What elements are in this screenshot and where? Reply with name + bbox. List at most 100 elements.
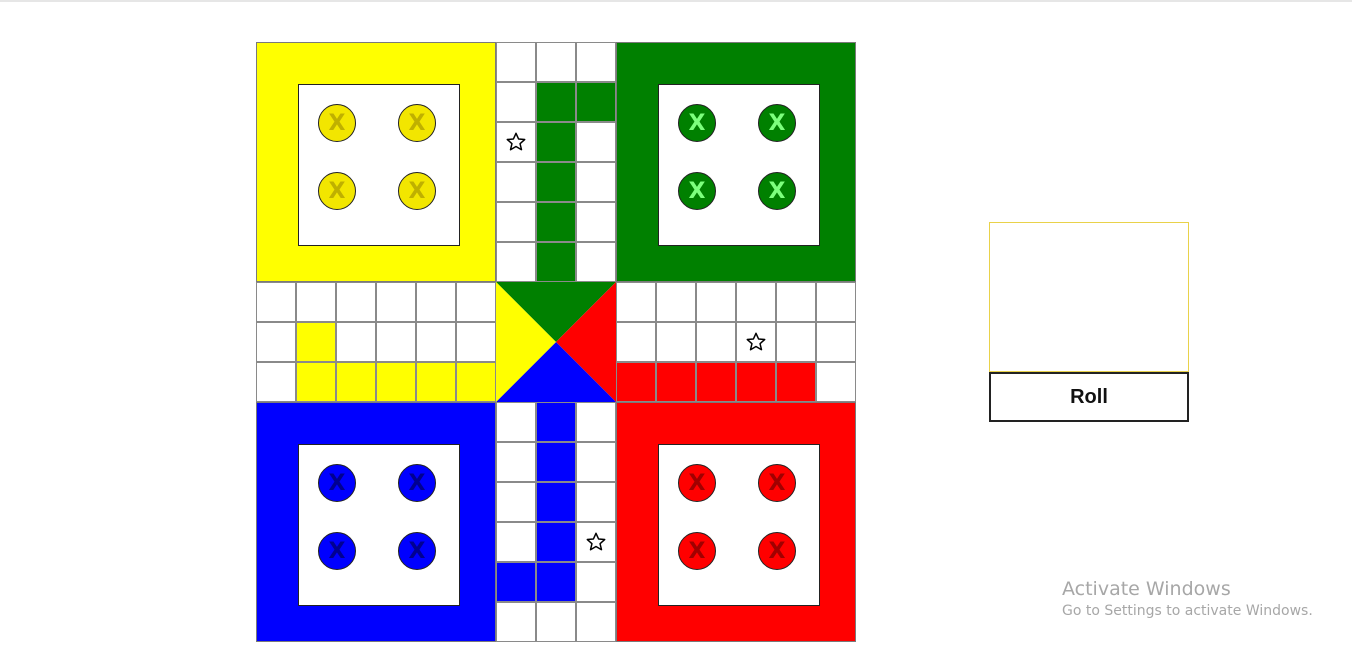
safe-track-cell [496, 122, 536, 162]
green-home-area [658, 84, 820, 246]
yellow-track-cell [296, 322, 336, 362]
yellow-track-cell [416, 362, 456, 402]
red-track-cell [656, 362, 696, 402]
green-track-cell [576, 82, 616, 122]
activate-windows-subtitle: Go to Settings to activate Windows. [1062, 603, 1313, 619]
track-cell [376, 282, 416, 322]
red-home-area [658, 444, 820, 606]
star-outline-icon [737, 323, 775, 361]
blue-token[interactable]: X [318, 532, 356, 570]
track-cell [536, 42, 576, 82]
track-cell [496, 42, 536, 82]
track-cell [256, 322, 296, 362]
track-cell [816, 322, 856, 362]
yellow-track-cell [336, 362, 376, 402]
green-track-cell [536, 202, 576, 242]
green-token[interactable]: X [678, 104, 716, 142]
track-cell [576, 122, 616, 162]
track-cell [696, 282, 736, 322]
track-cell [656, 282, 696, 322]
blue-token[interactable]: X [318, 464, 356, 502]
blue-track-cell [536, 522, 576, 562]
blue-track-cell [496, 562, 536, 602]
star-outline-icon [497, 123, 535, 161]
track-cell [496, 402, 536, 442]
yellow-token[interactable]: X [398, 172, 436, 210]
track-cell [776, 322, 816, 362]
safe-track-cell [576, 522, 616, 562]
red-track-cell [616, 362, 656, 402]
track-cell [496, 602, 536, 642]
track-cell [776, 282, 816, 322]
track-cell [576, 202, 616, 242]
track-cell [256, 362, 296, 402]
red-token[interactable]: X [758, 532, 796, 570]
track-cell [576, 402, 616, 442]
red-track-cell [736, 362, 776, 402]
track-cell [536, 602, 576, 642]
red-token[interactable]: X [758, 464, 796, 502]
green-token[interactable]: X [678, 172, 716, 210]
blue-track-cell [536, 562, 576, 602]
yellow-track-cell [456, 362, 496, 402]
green-track-cell [536, 162, 576, 202]
green-token[interactable]: X [758, 104, 796, 142]
track-cell [576, 562, 616, 602]
red-token[interactable]: X [678, 532, 716, 570]
track-cell [376, 322, 416, 362]
track-cell [416, 282, 456, 322]
green-token[interactable]: X [758, 172, 796, 210]
blue-token[interactable]: X [398, 532, 436, 570]
track-cell [576, 42, 616, 82]
track-cell [576, 482, 616, 522]
track-cell [736, 282, 776, 322]
blue-track-cell [536, 402, 576, 442]
yellow-token[interactable]: X [398, 104, 436, 142]
yellow-token[interactable]: X [318, 104, 356, 142]
track-cell [256, 282, 296, 322]
roll-button[interactable]: Roll [989, 372, 1189, 422]
ludo-board: XXXXXXXXXXXXXXXX [256, 42, 856, 642]
red-token[interactable]: X [678, 464, 716, 502]
yellow-track-cell [376, 362, 416, 402]
green-base: XXXX [616, 42, 856, 282]
blue-token[interactable]: X [398, 464, 436, 502]
star-outline-icon [577, 523, 615, 561]
activate-windows-title: Activate Windows [1062, 578, 1231, 600]
track-cell [496, 522, 536, 562]
track-cell [336, 322, 376, 362]
red-track-cell [696, 362, 736, 402]
yellow-home-area [298, 84, 460, 246]
track-cell [296, 282, 336, 322]
track-cell [496, 162, 536, 202]
track-cell [816, 362, 856, 402]
track-cell [656, 322, 696, 362]
center-home-triangles [496, 282, 616, 402]
dice-display [989, 222, 1189, 372]
track-cell [576, 162, 616, 202]
top-divider [0, 0, 1352, 2]
blue-home-area [298, 444, 460, 606]
track-cell [576, 442, 616, 482]
yellow-token[interactable]: X [318, 172, 356, 210]
track-cell [496, 442, 536, 482]
green-track-cell [536, 82, 576, 122]
track-cell [576, 242, 616, 282]
red-base: XXXX [616, 402, 856, 642]
track-cell [616, 322, 656, 362]
track-cell [496, 482, 536, 522]
track-cell [816, 282, 856, 322]
blue-track-cell [536, 442, 576, 482]
track-cell [456, 282, 496, 322]
yellow-base: XXXX [256, 42, 496, 282]
track-cell [576, 602, 616, 642]
track-cell [616, 282, 656, 322]
track-cell [336, 282, 376, 322]
track-cell [416, 322, 456, 362]
yellow-track-cell [296, 362, 336, 402]
track-cell [496, 242, 536, 282]
track-cell [696, 322, 736, 362]
track-cell [496, 82, 536, 122]
track-cell [456, 322, 496, 362]
green-track-cell [536, 122, 576, 162]
